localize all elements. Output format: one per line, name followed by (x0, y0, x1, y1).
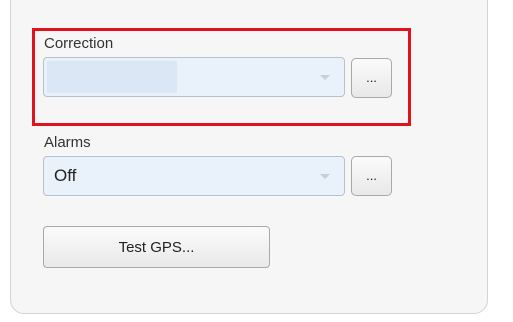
correction-select-fill (47, 61, 177, 93)
alarms-label: Alarms (44, 134, 91, 151)
correction-more-button[interactable]: ... (351, 58, 392, 98)
alarms-more-button[interactable]: ... (351, 156, 392, 196)
alarms-select[interactable]: Off (43, 156, 345, 196)
test-gps-button[interactable]: Test GPS... (43, 226, 270, 268)
chevron-down-icon (320, 174, 330, 179)
chevron-down-icon (320, 75, 330, 80)
correction-select[interactable] (43, 57, 345, 97)
alarms-select-value: Off (54, 166, 77, 185)
correction-label: Correction (44, 35, 114, 52)
